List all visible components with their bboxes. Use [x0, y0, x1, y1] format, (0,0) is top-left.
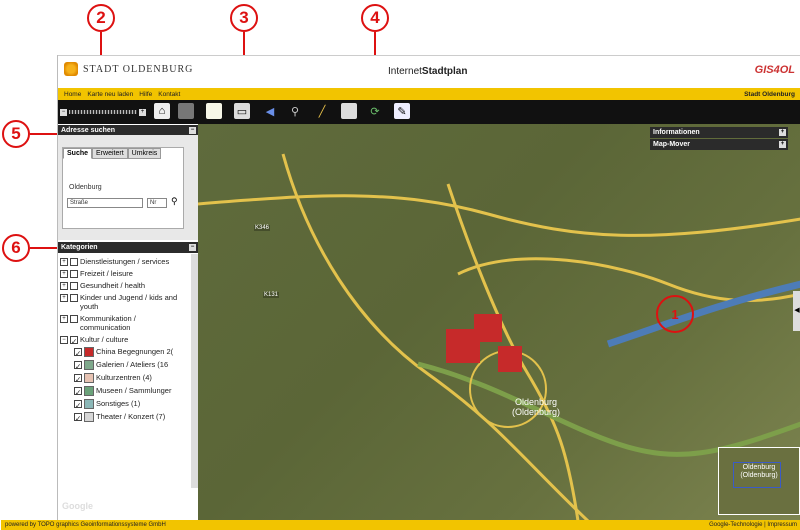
print-icon[interactable]: ▭ — [234, 103, 250, 119]
category-leisure[interactable]: + Freizeit / leisure — [60, 269, 188, 278]
app-header: STADT OLDENBURG InternetStadtplan GIS4OL — [58, 55, 800, 88]
tab-radius[interactable]: Umkreis — [127, 148, 162, 159]
information-panel-title[interactable]: Informationen + — [650, 127, 788, 138]
address-tabs: Suche Erweitert Umkreis — [63, 148, 183, 159]
road-label: K131 — [263, 292, 280, 298]
toolbar: − + ⌂ ▭ ◀ ⚲ ╱ ⟳ ✎ — [58, 100, 800, 124]
other-icon — [84, 399, 94, 409]
app-title: InternetStadtplan — [388, 66, 468, 77]
subcategory-theater[interactable]: ✓ Theater / Konzert (7) — [74, 412, 188, 423]
menu-home[interactable]: Home — [64, 91, 81, 98]
zoom-slider[interactable]: − + — [60, 108, 146, 116]
subcategory-galleries[interactable]: ✓ Galerien / Ateliers (16 — [74, 360, 188, 371]
callout-6-line — [30, 247, 58, 249]
collapse-right-icon[interactable]: ◀ — [793, 291, 800, 331]
museum-icon — [84, 386, 94, 396]
china-icon — [84, 347, 94, 357]
address-panel: Suche Erweitert Umkreis Oldenburg Straße… — [58, 135, 198, 240]
categories-panel-title[interactable]: Kategorien − — [58, 242, 198, 253]
tool-icon[interactable]: ✎ — [394, 103, 410, 119]
menu-contact[interactable]: Kontakt — [158, 91, 180, 98]
city-label: Oldenburg — [69, 184, 102, 191]
map-icon[interactable] — [178, 103, 194, 119]
tab-search[interactable]: Suche — [63, 148, 93, 159]
callout-3: 3 — [230, 4, 258, 32]
route-icon[interactable]: ⟳ — [367, 103, 383, 119]
callout-6: 6 — [2, 234, 30, 262]
google-logo: Google — [62, 501, 93, 511]
subcategory-other[interactable]: ✓ Sonstiges (1) — [74, 399, 188, 410]
categories-panel: + Dienstleistungen / services + Freizeit /… — [58, 254, 199, 488]
zoom-track[interactable] — [69, 110, 137, 114]
callout-2: 2 — [87, 4, 115, 32]
category-services[interactable]: + Dienstleistungen / services — [60, 257, 188, 266]
document-icon[interactable] — [206, 103, 222, 119]
search-icon[interactable]: ⚲ — [171, 196, 178, 207]
category-list: + Dienstleistungen / services + Freizeit /… — [60, 257, 188, 425]
home-icon[interactable]: ⌂ — [154, 103, 170, 119]
map-marker-1: 1 — [656, 295, 694, 333]
menu-city-label: Stadt Oldenburg — [744, 90, 795, 98]
tab-advanced[interactable]: Erweitert — [92, 148, 128, 159]
category-health[interactable]: + Gesundheit / health — [60, 281, 188, 290]
app-window: STADT OLDENBURG InternetStadtplan GIS4OL… — [1, 55, 800, 530]
category-communication[interactable]: + Kommunikation / communication — [60, 314, 188, 332]
footer: powered by TOPO graphics Geoinformations… — [1, 520, 800, 530]
road-label: K346 — [254, 225, 271, 231]
back-arrow-icon[interactable]: ◀ — [262, 103, 278, 119]
callout-5-line — [30, 133, 58, 135]
search-magnifier-icon[interactable]: ⚲ — [287, 103, 303, 119]
measure-ruler-icon[interactable]: ╱ — [314, 103, 330, 119]
callout-3-line — [243, 32, 245, 57]
callout-4: 4 — [361, 4, 389, 32]
collapse-icon[interactable]: − — [189, 127, 196, 134]
house-number-input[interactable]: Nr — [147, 198, 167, 208]
overview-map[interactable]: Oldenburg (Oldenburg) — [718, 447, 800, 515]
footer-links[interactable]: Google-Technologie | Impressum — [709, 520, 797, 530]
zoom-out-icon[interactable]: − — [60, 108, 67, 116]
category-kids-youth[interactable]: + Kinder und Jugend / kids and youth — [60, 293, 188, 311]
street-input[interactable]: Straße — [67, 198, 143, 208]
callout-4-line — [374, 32, 376, 57]
menu-reload-map[interactable]: Karte neu laden — [87, 91, 133, 98]
footer-powered-by[interactable]: powered by TOPO graphics Geoinformations… — [5, 520, 166, 530]
gallery-icon — [84, 360, 94, 370]
map-mover-panel-title[interactable]: Map-Mover + — [650, 139, 788, 150]
callout-5: 5 — [2, 120, 30, 148]
overview-label: Oldenburg (Oldenburg) — [740, 464, 778, 479]
expand-icon[interactable]: + — [779, 129, 786, 136]
city-logo-icon — [64, 62, 78, 76]
zoom-in-icon[interactable]: + — [139, 108, 146, 116]
logo-text: STADT OLDENBURG — [83, 63, 194, 75]
gis-logo[interactable]: GIS4OL — [755, 64, 795, 76]
menu-help[interactable]: Hilfe — [139, 91, 152, 98]
cultural-center-icon — [84, 373, 94, 383]
address-form: Suche Erweitert Umkreis Oldenburg Straße… — [62, 147, 184, 229]
menu-bar: Home Karte neu laden Hilfe Kontakt Stadt… — [58, 88, 800, 100]
subcategory-museums[interactable]: ✓ Museen / Sammlunger — [74, 386, 188, 397]
map-canvas[interactable]: K346 K131 — [198, 124, 800, 521]
categories-scrollbar[interactable] — [191, 254, 198, 488]
map-roads — [198, 153, 800, 521]
category-culture[interactable]: − ✓ Kultur / culture — [60, 335, 188, 346]
theater-icon — [84, 412, 94, 422]
clipboard-icon[interactable] — [341, 103, 357, 119]
subcategory-china[interactable]: ✓ China Begegnungen 2( — [74, 347, 188, 358]
map-city-label: Oldenburg (Oldenburg) — [512, 397, 561, 417]
subcategory-cultural-centers[interactable]: ✓ Kulturzentren (4) — [74, 373, 188, 384]
callout-2-line — [100, 32, 102, 57]
collapse-icon[interactable]: − — [189, 244, 196, 251]
callout-area: 2 3 4 — [0, 0, 800, 57]
expand-icon[interactable]: + — [779, 141, 786, 148]
city-logo[interactable]: STADT OLDENBURG — [64, 62, 193, 76]
